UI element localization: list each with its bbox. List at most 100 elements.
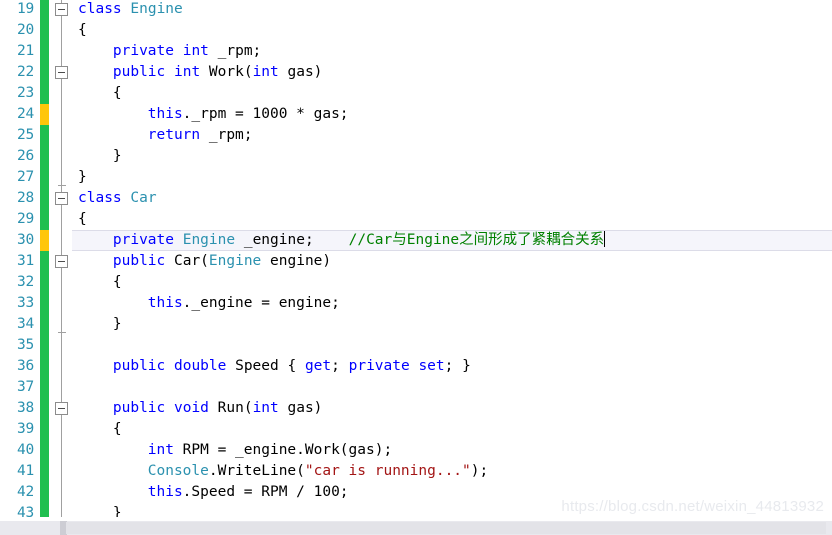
token-type: Car — [130, 190, 157, 206]
token-keyword: this — [147, 106, 183, 122]
change-bar-segment-saved — [40, 251, 49, 535]
token-plain: Work( — [208, 64, 253, 80]
fold-toggle-minus-icon[interactable] — [55, 402, 68, 415]
code-line[interactable]: public int Work(int gas) — [113, 62, 323, 83]
token-comment: //Car与Engine之间形成了紧耦合关系 — [313, 232, 605, 248]
token-keyword: public — [112, 358, 174, 374]
token-keyword: void — [173, 400, 218, 416]
token-plain: .Speed = RPM / 100; — [182, 484, 349, 500]
token-keyword: int — [147, 442, 183, 458]
line-number: 27 — [16, 169, 34, 185]
outlining-column[interactable] — [52, 0, 72, 535]
line-number: 23 — [16, 85, 34, 101]
line-number: 31 — [16, 253, 34, 269]
line-number: 21 — [16, 43, 34, 59]
token-plain: { — [78, 211, 87, 227]
code-line[interactable]: this._engine = engine; — [148, 293, 340, 314]
code-line[interactable]: } — [78, 167, 87, 188]
code-line[interactable]: } — [113, 146, 122, 167]
token-plain: { — [112, 421, 122, 437]
code-line[interactable]: Console.WriteLine("car is running..."); — [148, 461, 488, 482]
token-plain: ; } — [444, 358, 471, 374]
token-keyword: int — [173, 64, 209, 80]
line-number: 30 — [16, 232, 34, 248]
token-plain: _rpm; — [217, 43, 262, 59]
token-plain: .WriteLine( — [208, 463, 305, 479]
token-plain: _rpm; — [208, 127, 253, 143]
token-plain: ; — [331, 358, 349, 374]
token-keyword: double — [173, 358, 236, 374]
token-plain: ._rpm = 1000 * gas; — [182, 106, 349, 122]
fold-toggle-minus-icon[interactable] — [55, 66, 68, 79]
token-plain: _engine; — [235, 232, 314, 248]
code-surface[interactable]: class Engine{private int _rpm; public int… — [72, 0, 832, 521]
gutter-separator — [71, 0, 72, 521]
token-string: "car is running..." — [304, 463, 471, 479]
change-bar-segment-unsaved — [40, 104, 49, 125]
token-keyword: public — [112, 64, 174, 80]
code-line[interactable]: { — [113, 83, 122, 104]
token-keyword: private — [112, 232, 183, 248]
line-number: 34 — [16, 316, 34, 332]
text-caret — [604, 231, 606, 247]
line-number: 38 — [16, 400, 34, 416]
code-line[interactable]: public void Run(int gas) — [113, 398, 323, 419]
token-plain: { — [78, 22, 87, 38]
code-editor[interactable]: 19 20 21 22 23 24 25 26 27 28 29 30 31 32 33 34 35 36 37 38… — [0, 0, 832, 535]
code-line[interactable]: { — [113, 419, 122, 440]
line-number: 25 — [16, 127, 34, 143]
line-number: 36 — [16, 358, 34, 374]
code-line[interactable]: public double Speed { get; private set; … — [113, 356, 471, 377]
line-number: 40 — [16, 442, 34, 458]
token-keyword: private — [112, 43, 183, 59]
token-type: Engine — [130, 1, 183, 17]
line-number: 20 — [16, 22, 34, 38]
token-keyword: public — [112, 253, 174, 269]
line-number: 26 — [16, 148, 34, 164]
token-keyword: private — [348, 358, 419, 374]
code-line[interactable]: } — [113, 314, 122, 335]
token-keyword: return — [147, 127, 209, 143]
code-line[interactable]: private int _rpm; — [113, 41, 261, 62]
code-line[interactable]: int RPM = _engine.Work(gas); — [148, 440, 392, 461]
code-line[interactable]: { — [78, 20, 87, 41]
line-number: 28 — [16, 190, 34, 206]
token-keyword: int — [252, 400, 288, 416]
line-number: 19 — [16, 1, 34, 17]
code-line[interactable]: this.Speed = RPM / 100; — [148, 482, 349, 503]
editor-gutter: 19 20 21 22 23 24 25 26 27 28 29 30 31 32 33 34 35 36 37 38… — [0, 0, 72, 535]
token-keyword: this — [147, 484, 183, 500]
code-line[interactable]: public Car(Engine engine) — [113, 251, 331, 272]
scrollbar-left-region[interactable] — [0, 521, 66, 535]
code-line[interactable]: { — [78, 209, 87, 230]
line-number: 24 — [16, 106, 34, 122]
code-line[interactable]: this._rpm = 1000 * gas; — [148, 104, 349, 125]
token-keyword: this — [147, 295, 183, 311]
token-plain: Run( — [217, 400, 253, 416]
horizontal-scrollbar-thumb[interactable] — [66, 522, 826, 534]
fold-toggle-minus-icon[interactable] — [55, 3, 68, 16]
horizontal-scrollbar[interactable] — [0, 521, 832, 535]
token-plain: engine) — [261, 253, 332, 269]
code-line[interactable]: private Engine _engine; //Car与Engine之间形成… — [112, 230, 606, 251]
line-number: 35 — [16, 337, 34, 353]
fold-toggle-minus-icon[interactable] — [55, 192, 68, 205]
line-number: 39 — [16, 421, 34, 437]
token-keyword: public — [112, 400, 174, 416]
line-number: 37 — [16, 379, 34, 395]
fold-toggle-minus-icon[interactable] — [55, 255, 68, 268]
token-keyword: set — [418, 358, 445, 374]
change-bar-segment-unsaved — [40, 230, 49, 251]
line-number: 32 — [16, 274, 34, 290]
line-number: 41 — [16, 463, 34, 479]
token-keyword: class — [78, 1, 131, 17]
code-line[interactable]: { — [113, 272, 122, 293]
code-line[interactable]: class Car — [78, 188, 157, 209]
token-plain: RPM = _engine.Work(gas); — [182, 442, 393, 458]
line-number: 33 — [16, 295, 34, 311]
change-bar-segment-saved — [40, 0, 49, 104]
code-line[interactable]: return _rpm; — [148, 125, 253, 146]
token-plain: } — [112, 148, 122, 164]
code-line[interactable]: class Engine — [78, 0, 183, 20]
token-plain: Car( — [173, 253, 209, 269]
